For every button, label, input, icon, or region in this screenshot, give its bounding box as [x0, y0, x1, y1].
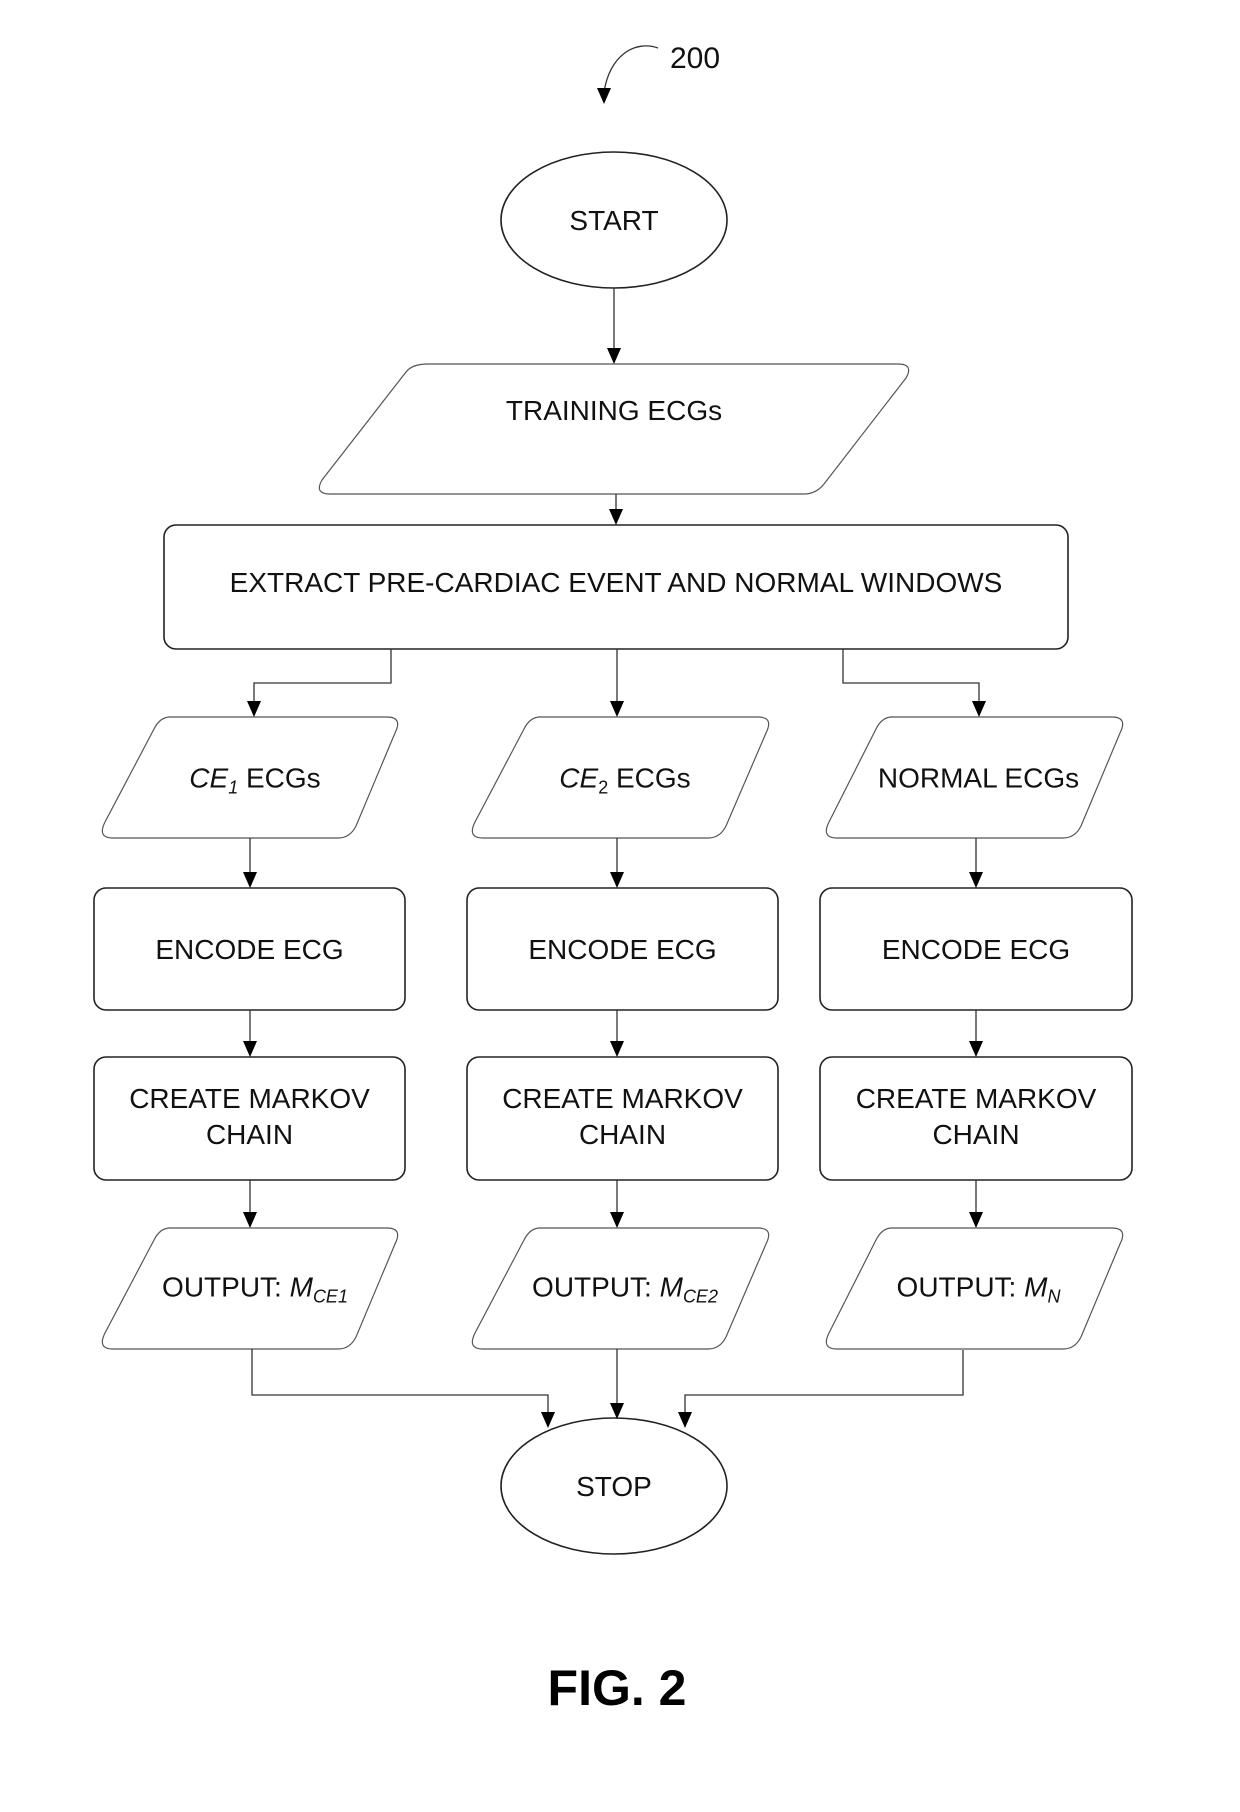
- create-markov-chain-node-1[interactable]: CREATE MARKOV CHAIN: [93, 1056, 406, 1181]
- output-label-subscript: CE1: [313, 1287, 348, 1307]
- encode-ecg-node-1[interactable]: ENCODE ECG: [93, 887, 406, 1011]
- extract-node[interactable]: EXTRACT PRE-CARDIAC EVENT AND NORMAL WIN…: [163, 524, 1069, 650]
- arrow-markov-output-3-arrowhead-icon: [969, 1212, 983, 1228]
- arrow-markov-output-1-arrowhead-icon: [243, 1212, 257, 1228]
- branch-left-arrowhead-icon: [247, 701, 261, 717]
- arrow-encode-markov-1-arrowhead-icon: [243, 1041, 257, 1057]
- arrow-encode-markov-2-arrowhead-icon: [610, 1041, 624, 1057]
- markov-label-line1: CREATE MARKOV: [129, 1083, 370, 1114]
- encode-label: ENCODE ECG: [155, 934, 343, 965]
- arrow-start-training-arrowhead-icon: [607, 348, 621, 364]
- output-label-subscript: N: [1047, 1287, 1061, 1307]
- reference-arrowhead-icon: [597, 88, 611, 104]
- output-label-main: M: [290, 1272, 314, 1303]
- branch-right-arrowhead-icon: [972, 701, 986, 717]
- merge-right-line: [684, 1350, 964, 1418]
- merge-right-arrowhead-icon: [678, 1412, 692, 1428]
- encode-label: ENCODE ECG: [528, 934, 716, 965]
- input-label-suffix: ECGs: [608, 763, 690, 794]
- training-ecgs-node[interactable]: TRAINING ECGs: [318, 363, 910, 495]
- output-label-prefix: OUTPUT:: [532, 1272, 660, 1303]
- input-node-2[interactable]: CE2 ECGs: [471, 716, 770, 839]
- input-label: CE2 ECGs: [559, 763, 690, 798]
- merge-left-arrowhead-icon: [541, 1412, 555, 1428]
- output-node-2[interactable]: OUTPUT: MCE2: [471, 1227, 770, 1350]
- input-label-main: NORMAL ECGs: [878, 763, 1079, 794]
- output-node-1[interactable]: OUTPUT: MCE1: [101, 1227, 399, 1350]
- arrow-encode-markov-3-arrowhead-icon: [969, 1041, 983, 1057]
- merge-middle-arrowhead-icon: [610, 1403, 624, 1419]
- arrow-input-encode-1-arrowhead-icon: [243, 872, 257, 888]
- branch-left-line: [253, 649, 392, 705]
- output-label-prefix: OUTPUT:: [162, 1272, 290, 1303]
- arrow-input-encode-3-arrowhead-icon: [969, 872, 983, 888]
- output-label-main: M: [1024, 1272, 1048, 1303]
- arrow-markov-output-2-arrowhead-icon: [610, 1212, 624, 1228]
- input-node-1[interactable]: CE1 ECGs: [101, 716, 399, 839]
- branch-middle-arrowhead-icon: [610, 701, 624, 717]
- start-node[interactable]: START: [500, 151, 728, 289]
- input-label-subscript: 1: [228, 778, 238, 798]
- input-label-main: CE: [189, 763, 228, 794]
- output-label-prefix: OUTPUT:: [897, 1272, 1025, 1303]
- input-label: NORMAL ECGs: [878, 763, 1079, 794]
- create-markov-chain-node-2[interactable]: CREATE MARKOV CHAIN: [466, 1056, 779, 1181]
- encode-label: ENCODE ECG: [882, 934, 1070, 965]
- stop-node[interactable]: STOP: [500, 1417, 728, 1555]
- output-node-3[interactable]: OUTPUT: MN: [825, 1227, 1124, 1350]
- merge-left-line: [251, 1349, 549, 1418]
- input-label-subscript: 2: [598, 778, 608, 798]
- output-label: OUTPUT: MN: [897, 1272, 1062, 1307]
- input-label-suffix: ECGs: [238, 763, 320, 794]
- input-label: CE1 ECGs: [189, 763, 320, 798]
- reference-leader-arrow: [603, 45, 659, 93]
- markov-label-line2: CHAIN: [932, 1119, 1019, 1150]
- reference-numeral: 200: [670, 42, 720, 75]
- arrow-training-extract-arrowhead-icon: [609, 509, 623, 525]
- training-io-shape: [318, 363, 910, 495]
- figure-caption: FIG. 2: [548, 1660, 687, 1716]
- input-node-3[interactable]: NORMAL ECGs: [825, 716, 1124, 839]
- markov-label-line2: CHAIN: [579, 1119, 666, 1150]
- flowchart: 200 START TRAINING ECGs EXTRACT PRE-CARD…: [93, 42, 1133, 1716]
- start-label: START: [569, 205, 658, 236]
- markov-label-line1: CREATE MARKOV: [856, 1083, 1097, 1114]
- markov-label-line2: CHAIN: [206, 1119, 293, 1150]
- arrow-input-encode-2-arrowhead-icon: [610, 872, 624, 888]
- input-label-main: CE: [559, 763, 598, 794]
- markov-label-line1: CREATE MARKOV: [502, 1083, 743, 1114]
- extract-label: EXTRACT PRE-CARDIAC EVENT AND NORMAL WIN…: [230, 567, 1003, 598]
- output-label-main: M: [660, 1272, 684, 1303]
- reference-numeral-group: 200: [597, 42, 720, 104]
- output-label-subscript: CE2: [683, 1287, 718, 1307]
- training-label: TRAINING ECGs: [506, 395, 722, 426]
- create-markov-chain-node-3[interactable]: CREATE MARKOV CHAIN: [819, 1056, 1133, 1181]
- branch-right-line: [842, 649, 980, 705]
- encode-ecg-node-3[interactable]: ENCODE ECG: [819, 887, 1133, 1011]
- encode-ecg-node-2[interactable]: ENCODE ECG: [466, 887, 779, 1011]
- stop-label: STOP: [576, 1471, 652, 1502]
